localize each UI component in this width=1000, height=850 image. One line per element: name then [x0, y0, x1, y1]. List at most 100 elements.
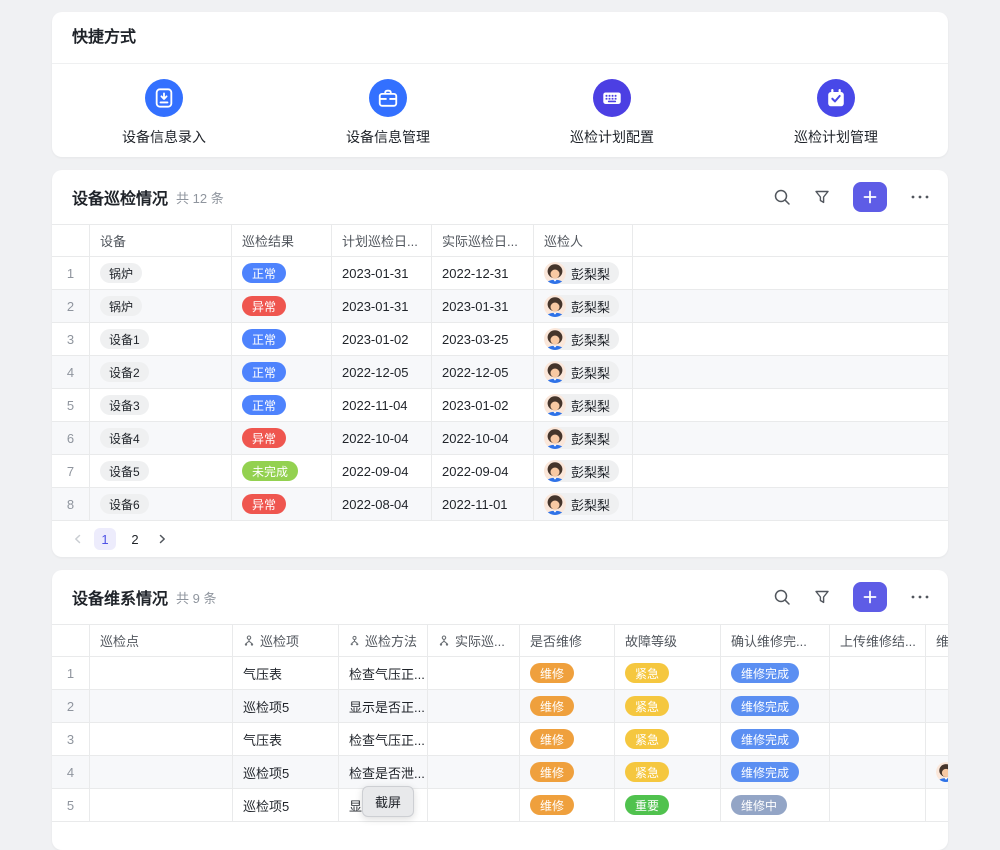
actual-cell[interactable] — [428, 789, 520, 821]
column-header-8[interactable]: 上传维修结... — [830, 625, 926, 656]
prev-page-button[interactable] — [70, 531, 86, 547]
table-row[interactable]: 2锅炉异常2023-01-312023-01-31 彭梨梨 — [52, 290, 948, 323]
search-icon[interactable] — [773, 188, 791, 206]
item-cell[interactable]: 巡检项5 — [233, 756, 339, 788]
result-cell[interactable]: 正常 — [232, 257, 332, 289]
inspector-cell[interactable]: 彭梨梨 — [534, 455, 633, 487]
inspector-cell[interactable]: 彭梨梨 — [534, 389, 633, 421]
repairer-cell[interactable] — [926, 657, 948, 689]
column-header-5[interactable]: 是否维修 — [520, 625, 615, 656]
inspector-cell[interactable]: 彭梨梨 — [534, 257, 633, 289]
planned-date-cell[interactable]: 2023-01-31 — [332, 257, 432, 289]
column-header-6[interactable]: 故障等级 — [615, 625, 721, 656]
column-header-1[interactable]: 巡检点 — [90, 625, 233, 656]
column-header-2[interactable]: 巡检项 — [233, 625, 339, 656]
planned-date-cell[interactable]: 2022-08-04 — [332, 488, 432, 520]
repair-cell[interactable]: 维修 — [520, 690, 615, 722]
device-cell[interactable]: 设备5 — [90, 455, 232, 487]
device-cell[interactable]: 设备4 — [90, 422, 232, 454]
actual-date-cell[interactable]: 2022-10-04 — [432, 422, 534, 454]
table-row[interactable]: 2巡检项5显示是否正...维修紧急维修完成 — [52, 690, 948, 723]
item-cell[interactable]: 气压表 — [233, 723, 339, 755]
device-cell[interactable]: 设备1 — [90, 323, 232, 355]
repairer-cell[interactable] — [926, 789, 948, 821]
table-row[interactable]: 3设备1正常2023-01-022023-03-25 彭梨梨 — [52, 323, 948, 356]
inspector-cell[interactable]: 彭梨梨 — [534, 422, 633, 454]
inspector-cell[interactable]: 彭梨梨 — [534, 356, 633, 388]
device-cell[interactable]: 锅炉 — [90, 290, 232, 322]
level-cell[interactable]: 紧急 — [615, 690, 721, 722]
table-row[interactable]: 4设备2正常2022-12-052022-12-05 彭梨梨 — [52, 356, 948, 389]
column-header-2[interactable]: 巡检结果 — [232, 225, 332, 256]
item-cell[interactable]: 巡检项5 — [233, 789, 339, 821]
table-row[interactable]: 5巡检项5显...维修重要维修中 — [52, 789, 948, 822]
filter-icon[interactable] — [814, 189, 830, 205]
page-button-1[interactable]: 1 — [94, 528, 116, 550]
actual-date-cell[interactable]: 2023-03-25 — [432, 323, 534, 355]
repairer-cell[interactable] — [926, 690, 948, 722]
method-cell[interactable]: 检查气压正... — [339, 657, 428, 689]
shortcut-item-2[interactable]: 设备信息管理 — [276, 79, 500, 147]
confirm-cell[interactable]: 维修中 — [721, 789, 830, 821]
table-row[interactable]: 8设备6异常2022-08-042022-11-01 彭梨梨 — [52, 488, 948, 521]
shortcut-item-3[interactable]: 巡检计划配置 — [500, 79, 724, 147]
result-cell[interactable]: 异常 — [232, 422, 332, 454]
inspector-cell[interactable]: 彭梨梨 — [534, 290, 633, 322]
repair-cell[interactable]: 维修 — [520, 789, 615, 821]
table-row[interactable]: 1锅炉正常2023-01-312022-12-31 彭梨梨 — [52, 257, 948, 290]
column-header-7[interactable]: 确认维修完... — [721, 625, 830, 656]
confirm-cell[interactable]: 维修完成 — [721, 723, 830, 755]
planned-date-cell[interactable]: 2022-10-04 — [332, 422, 432, 454]
column-header-3[interactable]: 计划巡检日... — [332, 225, 432, 256]
filter-icon[interactable] — [814, 589, 830, 605]
page-button-2[interactable]: 2 — [124, 528, 146, 550]
search-icon[interactable] — [773, 588, 791, 606]
table-row[interactable]: 7设备5未完成2022-09-042022-09-04 彭梨梨 — [52, 455, 948, 488]
point-cell[interactable] — [90, 657, 233, 689]
actual-date-cell[interactable]: 2023-01-02 — [432, 389, 534, 421]
result-cell[interactable]: 正常 — [232, 389, 332, 421]
more-icon[interactable] — [910, 594, 930, 600]
table-row[interactable]: 3气压表检查气压正...维修紧急维修完成 — [52, 723, 948, 756]
actual-cell[interactable] — [428, 657, 520, 689]
actual-cell[interactable] — [428, 723, 520, 755]
confirm-cell[interactable]: 维修完成 — [721, 657, 830, 689]
result-cell[interactable]: 异常 — [232, 290, 332, 322]
method-cell[interactable]: 检查是否泄... — [339, 756, 428, 788]
column-header-4[interactable]: 实际巡... — [428, 625, 520, 656]
table-row[interactable]: 1气压表检查气压正...维修紧急维修完成 — [52, 657, 948, 690]
shortcut-item-1[interactable]: 设备信息录入 — [52, 79, 276, 147]
table-row[interactable]: 6设备4异常2022-10-042022-10-04 彭梨梨 — [52, 422, 948, 455]
level-cell[interactable]: 紧急 — [615, 723, 721, 755]
upload-cell[interactable] — [830, 690, 926, 722]
confirm-cell[interactable]: 维修完成 — [721, 756, 830, 788]
result-cell[interactable]: 正常 — [232, 356, 332, 388]
repairer-cell[interactable] — [926, 756, 948, 788]
result-cell[interactable]: 异常 — [232, 488, 332, 520]
device-cell[interactable]: 设备6 — [90, 488, 232, 520]
device-cell[interactable]: 设备3 — [90, 389, 232, 421]
table-row[interactable]: 4巡检项5检查是否泄...维修紧急维修完成 — [52, 756, 948, 789]
next-page-button[interactable] — [154, 531, 170, 547]
actual-date-cell[interactable]: 2022-11-01 — [432, 488, 534, 520]
upload-cell[interactable] — [830, 657, 926, 689]
actual-date-cell[interactable]: 2022-09-04 — [432, 455, 534, 487]
actual-date-cell[interactable]: 2023-01-31 — [432, 290, 534, 322]
upload-cell[interactable] — [830, 756, 926, 788]
repairer-cell[interactable] — [926, 723, 948, 755]
actual-date-cell[interactable]: 2022-12-31 — [432, 257, 534, 289]
repair-cell[interactable]: 维修 — [520, 657, 615, 689]
planned-date-cell[interactable]: 2022-12-05 — [332, 356, 432, 388]
level-cell[interactable]: 重要 — [615, 789, 721, 821]
column-header-4[interactable]: 实际巡检日... — [432, 225, 534, 256]
planned-date-cell[interactable]: 2023-01-02 — [332, 323, 432, 355]
planned-date-cell[interactable]: 2022-11-04 — [332, 389, 432, 421]
actual-cell[interactable] — [428, 690, 520, 722]
device-cell[interactable]: 锅炉 — [90, 257, 232, 289]
result-cell[interactable]: 未完成 — [232, 455, 332, 487]
item-cell[interactable]: 巡检项5 — [233, 690, 339, 722]
repair-cell[interactable]: 维修 — [520, 723, 615, 755]
level-cell[interactable]: 紧急 — [615, 657, 721, 689]
inspector-cell[interactable]: 彭梨梨 — [534, 323, 633, 355]
add-record-button[interactable] — [853, 582, 887, 612]
